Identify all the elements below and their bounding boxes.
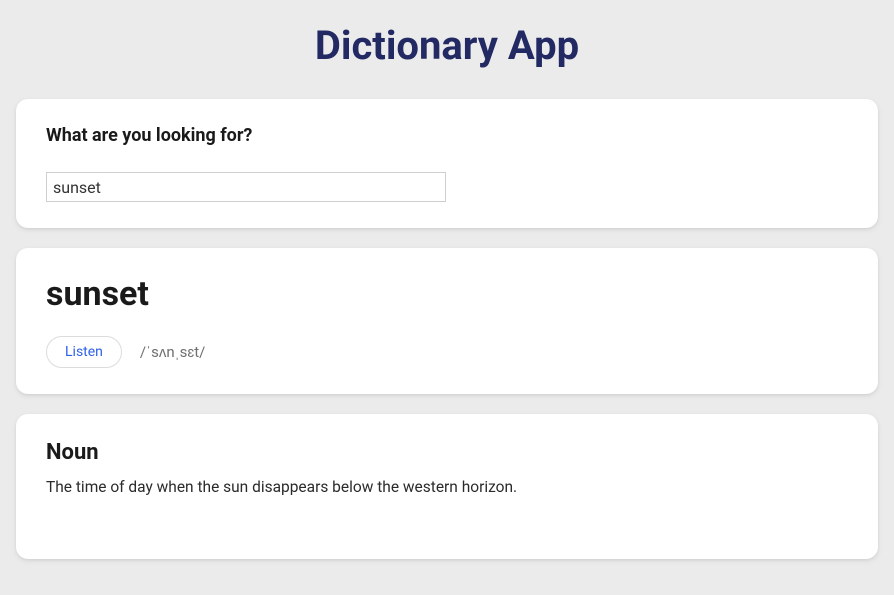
search-input[interactable] — [46, 172, 446, 202]
listen-button[interactable]: Listen — [46, 336, 122, 368]
search-label: What are you looking for? — [46, 125, 848, 146]
result-card: sunset Listen /ˈsʌnˌsɛt/ — [16, 248, 878, 394]
phonetics-row: Listen /ˈsʌnˌsɛt/ — [46, 336, 848, 368]
phonetic-text: /ˈsʌnˌsɛt/ — [140, 343, 205, 361]
definition-text: The time of day when the sun disappears … — [46, 477, 848, 499]
definition-card: Noun The time of day when the sun disapp… — [16, 414, 878, 559]
app-title: Dictionary App — [16, 22, 878, 69]
word-title: sunset — [46, 274, 848, 314]
part-of-speech-heading: Noun — [46, 440, 848, 465]
search-card: What are you looking for? — [16, 99, 878, 228]
